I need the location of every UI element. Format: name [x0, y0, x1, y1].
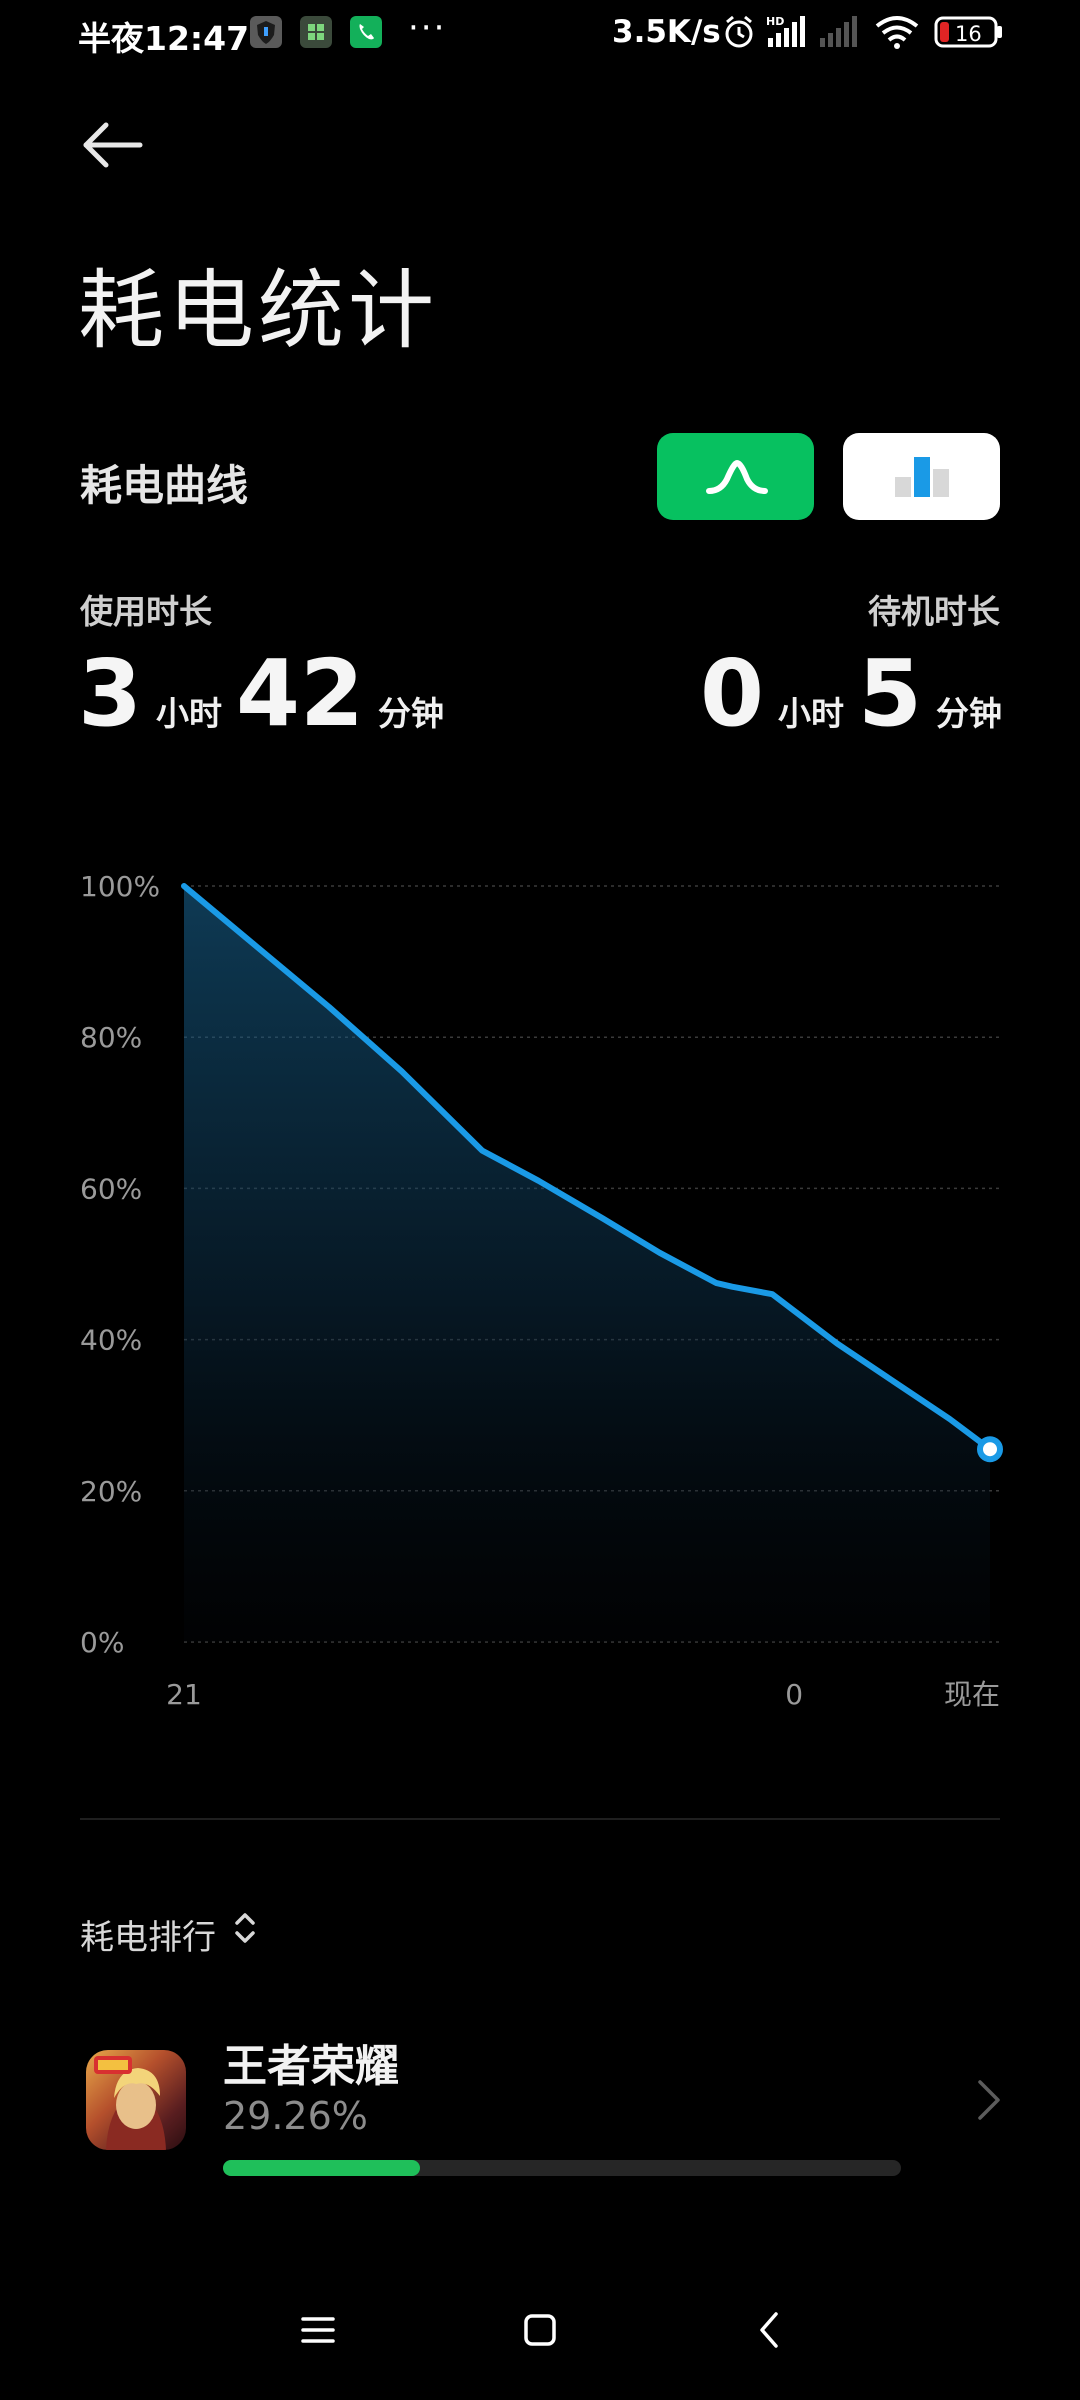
current-point-marker: [977, 1436, 1003, 1463]
back-chevron-icon[interactable]: [752, 2310, 788, 2350]
y-tick-label: 80%: [80, 1021, 142, 1054]
wifi-icon: [874, 14, 920, 54]
phone-app-icon: [350, 16, 382, 48]
standby-minutes: 5: [857, 640, 922, 747]
standby-duration-label: 待机时长: [868, 592, 1000, 631]
more-notifications: ···: [408, 8, 447, 48]
signal-hd-icon: HD: [764, 14, 810, 54]
usage-duration-label: 使用时长: [80, 592, 212, 631]
network-speed: 3.5K/s: [612, 14, 721, 50]
chevron-right-icon: [974, 2078, 1004, 2122]
battery-level: 16: [955, 22, 982, 46]
app-usage-row[interactable]: 王者荣耀 29.26%: [80, 2020, 1020, 2200]
y-tick-label: 40%: [80, 1324, 142, 1357]
battery-icon: 16: [934, 14, 1004, 54]
battery-chart: 100% 80% 60% 40% 20% 0% 21 0 现在: [0, 840, 1080, 1720]
app-name: 王者荣耀: [223, 2041, 399, 2092]
signal-weak-icon: [818, 14, 860, 54]
usage-progress-bar: [223, 2160, 901, 2176]
battery-area: [184, 886, 990, 1642]
home-square-icon[interactable]: [522, 2312, 558, 2348]
menu-icon[interactable]: [300, 2312, 336, 2348]
status-bar: 半夜12:47 ··· 3.5K/s HD 16: [0, 0, 1080, 66]
usage-minute-unit: 分钟: [378, 694, 445, 733]
line-chart-icon: [706, 459, 768, 494]
section-divider: [80, 1818, 1000, 1820]
usage-duration-value: 3 小时 42 分钟: [78, 640, 444, 747]
y-tick-label: 20%: [80, 1475, 142, 1508]
ranking-title[interactable]: 耗电排行: [80, 1910, 216, 1959]
status-time: 半夜12:47: [78, 19, 250, 58]
app-percent: 29.26%: [223, 2094, 368, 2138]
line-chart-toggle[interactable]: [657, 433, 814, 520]
page-title: 耗电统计: [78, 261, 438, 361]
curve-section-title: 耗电曲线: [80, 461, 249, 510]
y-tick-label: 60%: [80, 1172, 142, 1205]
y-tick-label: 100%: [80, 870, 160, 903]
hd-label: HD: [766, 15, 784, 28]
usage-hour-unit: 小时: [156, 694, 223, 733]
standby-duration-value: 0 小时 5 分钟: [700, 640, 1002, 747]
game-app-icon: [86, 2050, 186, 2150]
alarm-icon: [722, 14, 756, 54]
bar-chart-icon: [895, 457, 949, 497]
standby-hours: 0: [699, 640, 764, 747]
standby-hour-unit: 小时: [777, 694, 844, 733]
calculator-app-icon: [300, 16, 332, 48]
shield-app-icon: [250, 16, 282, 48]
x-tick-label: 0: [785, 1678, 803, 1711]
navigation-bar: [0, 2290, 1080, 2380]
usage-minutes: 42: [236, 640, 365, 747]
x-tick-label: 现在: [944, 1678, 1000, 1711]
y-tick-label: 0%: [80, 1626, 124, 1659]
back-button[interactable]: [80, 118, 150, 178]
sort-updown-icon[interactable]: [232, 1910, 258, 1946]
usage-progress-fill: [223, 2160, 420, 2176]
arrow-left-icon: [83, 122, 143, 168]
standby-minute-unit: 分钟: [936, 694, 1002, 733]
x-tick-label: 21: [166, 1678, 202, 1711]
battery-chart-svg: 100% 80% 60% 40% 20% 0% 21 0 现在: [80, 870, 1003, 1711]
bar-chart-toggle[interactable]: [843, 433, 1000, 520]
usage-hours: 3: [78, 640, 143, 747]
